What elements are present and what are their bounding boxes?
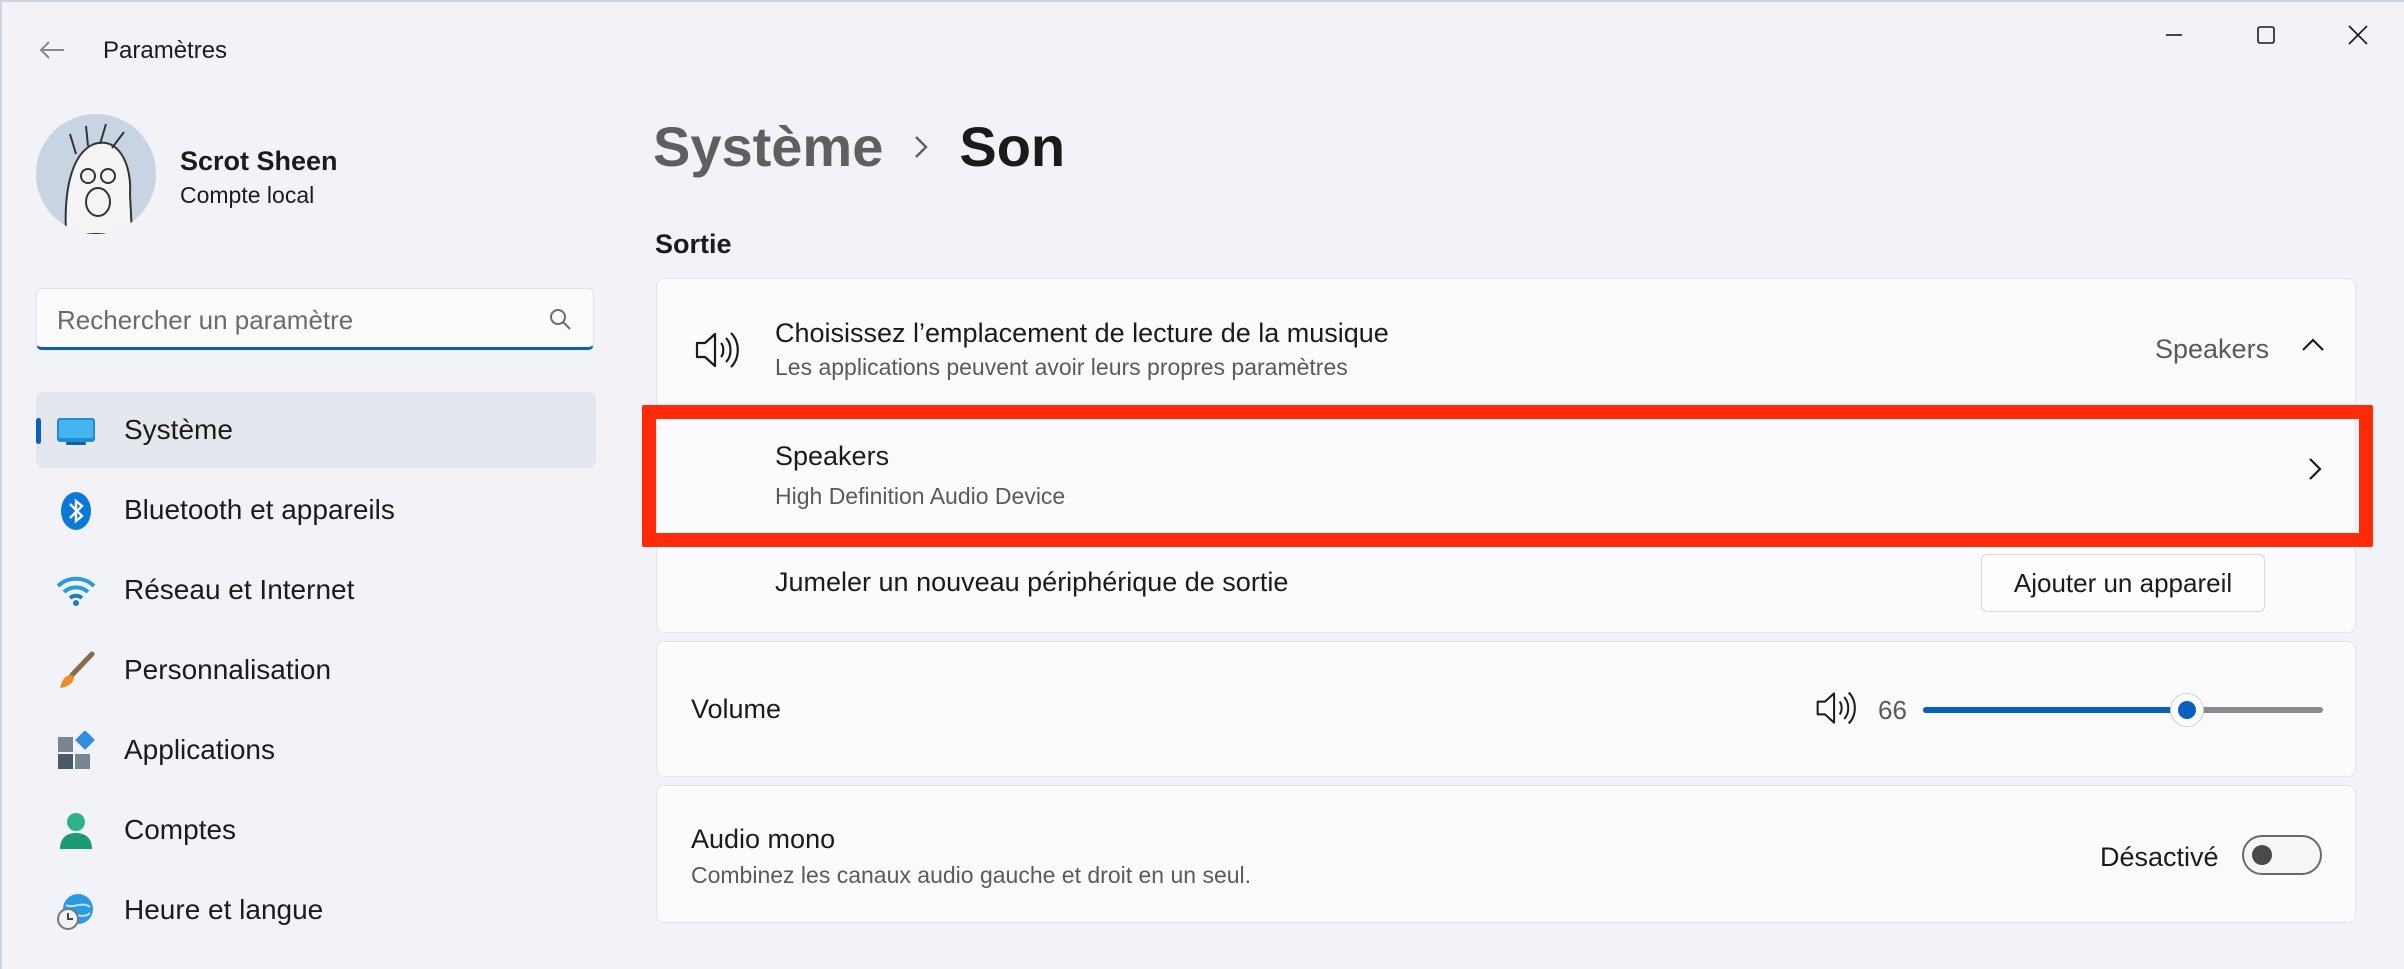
clock-globe-icon <box>56 891 96 931</box>
volume-slider-thumb[interactable] <box>2170 693 2204 727</box>
search-box[interactable]: Rechercher un paramètre <box>36 288 594 350</box>
back-arrow-icon <box>39 41 64 59</box>
breadcrumb-parent[interactable]: Système <box>653 114 883 179</box>
sidebar-item-label: Heure et langue <box>124 894 324 925</box>
sidebar-item-time-language[interactable]: Heure et langue <box>36 872 596 948</box>
sidebar-item-apps[interactable]: Applications <box>36 712 596 788</box>
sidebar-item-label: Personnalisation <box>124 654 332 685</box>
maximize-icon <box>2257 26 2275 44</box>
pair-device-label: Jumeler un nouveau périphérique de sorti… <box>775 567 1289 597</box>
back-button[interactable] <box>30 28 74 72</box>
app-title: Paramètres <box>103 37 228 64</box>
avatar[interactable] <box>36 114 156 234</box>
sidebar-item-system[interactable]: Système <box>36 392 596 468</box>
maximize-button[interactable] <box>2220 10 2312 60</box>
section-title-output: Sortie <box>655 229 732 259</box>
mono-audio-subtitle: Combinez les canaux audio gauche et droi… <box>691 862 1252 888</box>
system-icon <box>56 411 96 451</box>
search-input[interactable]: Rechercher un paramètre <box>57 305 353 336</box>
speaker-icon <box>695 332 739 368</box>
add-device-button[interactable]: Ajouter un appareil <box>1981 554 2265 612</box>
close-button[interactable] <box>2312 10 2404 60</box>
search-icon[interactable] <box>547 306 573 332</box>
account-type: Compte local <box>180 182 315 208</box>
output-location-title: Choisissez l’emplacement de lecture de l… <box>775 318 1389 348</box>
sidebar-item-accounts[interactable]: Comptes <box>36 792 596 868</box>
device-description: High Definition Audio Device <box>775 483 1066 509</box>
sidebar-item-label: Réseau et Internet <box>124 574 355 605</box>
chevron-right-icon <box>907 133 935 161</box>
output-location-row[interactable]: Choisissez l’emplacement de lecture de l… <box>657 279 2355 403</box>
sidebar-item-label: Bluetooth et appareils <box>124 494 395 525</box>
sidebar-item-network[interactable]: Réseau et Internet <box>36 552 596 628</box>
page-title: Son <box>959 115 1066 178</box>
volume-speaker-icon[interactable] <box>1814 687 1856 729</box>
minimize-icon <box>2166 34 2182 36</box>
sidebar-item-label: Applications <box>124 734 275 765</box>
title-bar: Paramètres <box>2 2 2404 102</box>
avatar-picture-icon <box>36 114 156 234</box>
chevron-right-icon <box>2309 458 2322 480</box>
sidebar-item-label: Système <box>124 414 233 445</box>
brush-icon <box>56 651 96 691</box>
minimize-button[interactable] <box>2128 10 2220 60</box>
sidebar-item-label: Comptes <box>124 814 237 845</box>
output-location-subtitle: Les applications peuvent avoir leurs pro… <box>775 354 1348 380</box>
sidebar-item-personalization[interactable]: Personnalisation <box>36 632 596 708</box>
volume-label: Volume <box>691 694 782 724</box>
breadcrumb: Système Son <box>653 114 1065 179</box>
settings-window: Paramètres Scrot Sheen Compte local Rech… <box>0 0 2404 969</box>
mono-audio-title: Audio mono <box>691 824 836 854</box>
volume-slider[interactable] <box>1923 693 2323 727</box>
output-location-value: Speakers <box>2155 334 2270 364</box>
person-icon <box>56 811 96 851</box>
user-name: Scrot Sheen <box>180 146 338 176</box>
sidebar-nav: Système Bluetooth et appareils Réseau et… <box>36 392 596 952</box>
mono-audio-toggle[interactable] <box>2242 835 2322 875</box>
apps-icon <box>56 731 96 771</box>
volume-slider-fill <box>1923 707 2187 713</box>
close-icon <box>2348 25 2368 45</box>
speakers-device-row[interactable]: Speakers High Definition Audio Device <box>657 404 2355 534</box>
mono-toggle-state: Désactivé <box>2100 842 2219 872</box>
bluetooth-icon <box>56 491 96 531</box>
sidebar-item-bluetooth[interactable]: Bluetooth et appareils <box>36 472 596 548</box>
device-name: Speakers <box>775 441 890 471</box>
volume-value: 66 <box>1878 695 1907 725</box>
wifi-icon <box>56 571 96 611</box>
toggle-knob <box>2252 845 2272 865</box>
chevron-up-icon[interactable] <box>2301 337 2325 353</box>
